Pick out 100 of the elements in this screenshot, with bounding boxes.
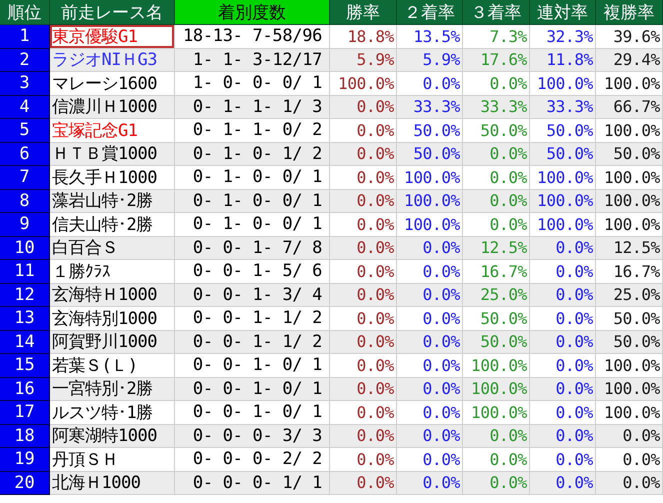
race-name-cell[interactable]: 阿賀野川1000 <box>50 330 175 354</box>
rate-cell: 0.0% <box>330 119 397 142</box>
race-name-cell[interactable]: 信夫山特･2勝 <box>50 213 175 236</box>
record-cell: 0- 0- 1- 5/ 6 <box>175 260 330 284</box>
column-header[interactable]: 前走レース名 <box>50 0 175 25</box>
rate-cell: 25.0% <box>596 284 663 307</box>
race-name-cell[interactable]: ルスツ特･1勝 <box>50 401 175 424</box>
race-name-cell[interactable]: 藻岩山特･2勝 <box>50 190 175 213</box>
rate-cell: 0.0% <box>330 190 397 213</box>
rate-cell: 0.0% <box>330 424 397 448</box>
rank-cell: 16 <box>0 378 50 401</box>
race-name-cell[interactable]: 阿寒湖特1000 <box>50 424 175 448</box>
rank-cell: 11 <box>0 260 50 284</box>
rate-cell: 0.0% <box>330 284 397 307</box>
race-name-cell[interactable]: 宝塚記念G1 <box>50 119 175 142</box>
rate-cell: 0.0% <box>463 166 530 190</box>
rate-cell: 0.0% <box>530 354 596 378</box>
rate-cell: 0.0% <box>397 260 463 284</box>
rate-cell: 0.0% <box>397 472 463 495</box>
rate-cell: 0.0% <box>330 330 397 354</box>
rate-cell: 0.0% <box>397 307 463 330</box>
rate-cell: 0.0% <box>397 72 463 96</box>
column-header[interactable]: 順位 <box>0 0 50 25</box>
rate-cell: 0.0% <box>530 330 596 354</box>
rate-cell: 17.6% <box>463 48 530 72</box>
rate-cell: 0.0% <box>330 142 397 166</box>
record-cell: 0- 0- 1- 7/ 8 <box>175 236 330 260</box>
rank-cell: 17 <box>0 401 50 424</box>
race-name-cell[interactable]: 東京優駿G1 <box>50 25 175 48</box>
rank-cell: 8 <box>0 190 50 213</box>
race-name-cell[interactable]: ＨＴＢ賞1000 <box>50 142 175 166</box>
rate-cell: 0.0% <box>530 307 596 330</box>
rank-cell: 6 <box>0 142 50 166</box>
column-header[interactable]: 着別度数 <box>175 0 330 25</box>
rank-cell: 14 <box>0 330 50 354</box>
column-header[interactable]: 複勝率 <box>596 0 663 25</box>
record-cell: 0- 1- 0- 0/ 1 <box>175 213 330 236</box>
rate-cell: 50.0% <box>463 330 530 354</box>
rate-cell: 50.0% <box>530 142 596 166</box>
rate-cell: 16.7% <box>463 260 530 284</box>
rank-cell: 18 <box>0 424 50 448</box>
rate-cell: 0.0% <box>463 213 530 236</box>
race-name-cell[interactable]: 若葉Ｓ(Ｌ) <box>50 354 175 378</box>
rate-cell: 18.8% <box>330 25 397 48</box>
race-name-cell[interactable]: 長久手Ｈ1000 <box>50 166 175 190</box>
rate-cell: 33.3% <box>463 96 530 119</box>
record-cell: 0- 0- 0- 1/ 1 <box>175 472 330 495</box>
record-cell: 0- 0- 1- 3/ 4 <box>175 284 330 307</box>
record-cell: 0- 1- 1- 1/ 3 <box>175 96 330 119</box>
rate-cell: 50.0% <box>463 307 530 330</box>
race-name-cell[interactable]: 一宮特別･2勝 <box>50 378 175 401</box>
race-name-cell[interactable]: 信濃川Ｈ1000 <box>50 96 175 119</box>
race-name-cell[interactable]: 白百合Ｓ <box>50 236 175 260</box>
rate-cell: 0.0% <box>397 401 463 424</box>
rate-cell: 50.0% <box>596 330 663 354</box>
rank-cell: 5 <box>0 119 50 142</box>
rate-cell: 0.0% <box>530 260 596 284</box>
rate-cell: 0.0% <box>330 401 397 424</box>
rate-cell: 50.0% <box>596 307 663 330</box>
rate-cell: 0.0% <box>397 424 463 448</box>
race-name-cell[interactable]: 丹頂ＳＨ <box>50 448 175 472</box>
rank-cell: 10 <box>0 236 50 260</box>
column-header[interactable]: ３着率 <box>463 0 530 25</box>
record-cell: 0- 1- 0- 1/ 2 <box>175 142 330 166</box>
rate-cell: 100.0% <box>463 354 530 378</box>
record-cell: 1- 1- 3-12/17 <box>175 48 330 72</box>
record-cell: 0- 0- 1- 0/ 1 <box>175 378 330 401</box>
race-name-cell[interactable]: １勝ｸﾗｽ <box>50 260 175 284</box>
rate-cell: 5.9% <box>330 48 397 72</box>
rate-cell: 0.0% <box>530 424 596 448</box>
rate-cell: 0.0% <box>397 354 463 378</box>
rank-cell: 7 <box>0 166 50 190</box>
rate-cell: 100.0% <box>596 166 663 190</box>
rate-cell: 100.0% <box>530 166 596 190</box>
rate-cell: 50.0% <box>463 119 530 142</box>
column-header[interactable]: ２着率 <box>397 0 463 25</box>
column-header[interactable]: 連対率 <box>530 0 596 25</box>
rate-cell: 100.0% <box>463 378 530 401</box>
rate-cell: 0.0% <box>530 472 596 495</box>
race-name-cell[interactable]: 北海Ｈ1000 <box>50 472 175 495</box>
rate-cell: 100.0% <box>530 190 596 213</box>
rate-cell: 100.0% <box>330 72 397 96</box>
rate-cell: 0.0% <box>397 330 463 354</box>
race-name-cell[interactable]: ラジオNIＨG3 <box>50 48 175 72</box>
rank-cell: 2 <box>0 48 50 72</box>
rate-cell: 0.0% <box>330 378 397 401</box>
race-name-cell[interactable]: マレーシ1600 <box>50 72 175 96</box>
rank-cell: 19 <box>0 448 50 472</box>
rank-cell: 1 <box>0 25 50 48</box>
rate-cell: 100.0% <box>596 378 663 401</box>
rank-cell: 12 <box>0 284 50 307</box>
rate-cell: 32.3% <box>530 25 596 48</box>
rate-cell: 29.4% <box>596 48 663 72</box>
race-name-cell[interactable]: 玄海特Ｈ1000 <box>50 284 175 307</box>
rate-cell: 0.0% <box>530 378 596 401</box>
rate-cell: 50.0% <box>397 119 463 142</box>
race-name-cell[interactable]: 玄海特別1000 <box>50 307 175 330</box>
rate-cell: 0.0% <box>330 236 397 260</box>
rate-cell: 0.0% <box>397 448 463 472</box>
column-header[interactable]: 勝率 <box>330 0 397 25</box>
